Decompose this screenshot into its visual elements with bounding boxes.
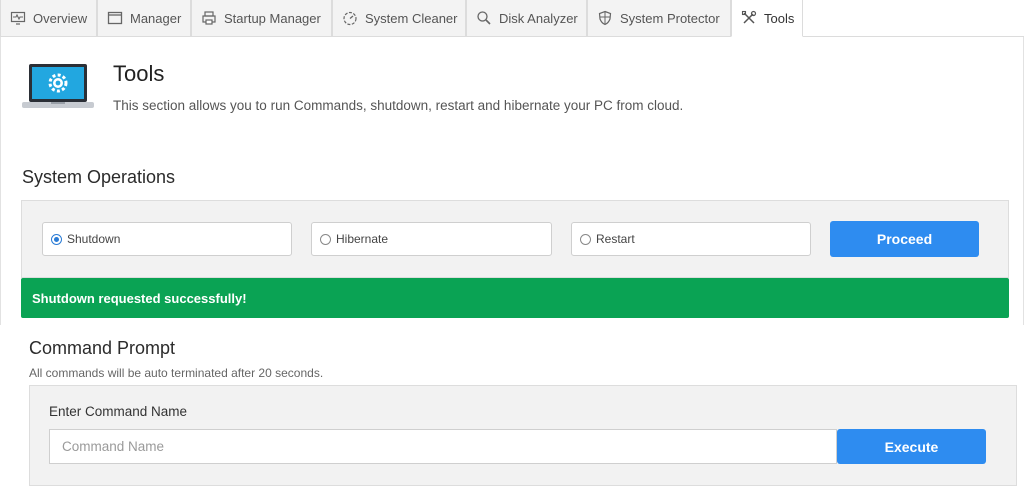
command-field-label: Enter Command Name <box>49 404 188 419</box>
tab-manager[interactable]: Manager <box>97 0 191 37</box>
restart-option[interactable]: Restart <box>571 222 811 256</box>
tab-startup-manager[interactable]: Startup Manager <box>191 0 332 37</box>
tab-disk-analyzer[interactable]: Disk Analyzer <box>466 0 587 37</box>
tab-bar: Overview Manager Startup Manager System … <box>0 0 1024 37</box>
proceed-button[interactable]: Proceed <box>830 221 979 257</box>
hibernate-radio[interactable] <box>320 233 331 245</box>
printer-icon <box>200 10 218 26</box>
tab-label: Disk Analyzer <box>499 10 578 26</box>
tab-label: Tools <box>764 10 795 26</box>
page-title: Tools <box>113 61 165 86</box>
tab-overview[interactable]: Overview <box>0 0 97 37</box>
shutdown-radio[interactable] <box>51 233 62 245</box>
tab-system-cleaner[interactable]: System Cleaner <box>332 0 466 37</box>
restart-radio[interactable] <box>580 233 591 245</box>
laptop-settings-icon <box>21 62 95 112</box>
command-prompt-heading: Command Prompt <box>29 338 176 358</box>
monitor-heart-icon <box>9 10 27 26</box>
magnifier-icon <box>475 10 493 26</box>
restart-label: Restart <box>596 232 635 246</box>
tools-icon <box>740 10 758 26</box>
gauge-icon <box>341 10 359 26</box>
command-name-input[interactable] <box>49 429 837 464</box>
tab-label: Manager <box>130 10 182 26</box>
tab-label: System Cleaner <box>365 10 458 26</box>
success-alert: Shutdown requested successfully! <box>21 278 1009 318</box>
shutdown-label: Shutdown <box>67 232 121 246</box>
page-description: This section allows you to run Commands,… <box>113 98 684 113</box>
shield-icon <box>596 10 614 26</box>
system-operations-heading: System Operations <box>22 167 176 187</box>
window-icon <box>106 10 124 26</box>
tab-label: Overview <box>33 10 88 26</box>
tab-system-protector[interactable]: System Protector <box>587 0 731 37</box>
tab-label: System Protector <box>620 10 720 26</box>
shutdown-option[interactable]: Shutdown <box>42 222 292 256</box>
tab-tools[interactable]: Tools <box>731 0 803 37</box>
command-timeout-note: All commands will be auto terminated aft… <box>29 366 324 380</box>
execute-button[interactable]: Execute <box>837 429 986 464</box>
hibernate-option[interactable]: Hibernate <box>311 222 552 256</box>
hibernate-label: Hibernate <box>336 232 389 246</box>
tab-label: Startup Manager <box>224 10 321 26</box>
